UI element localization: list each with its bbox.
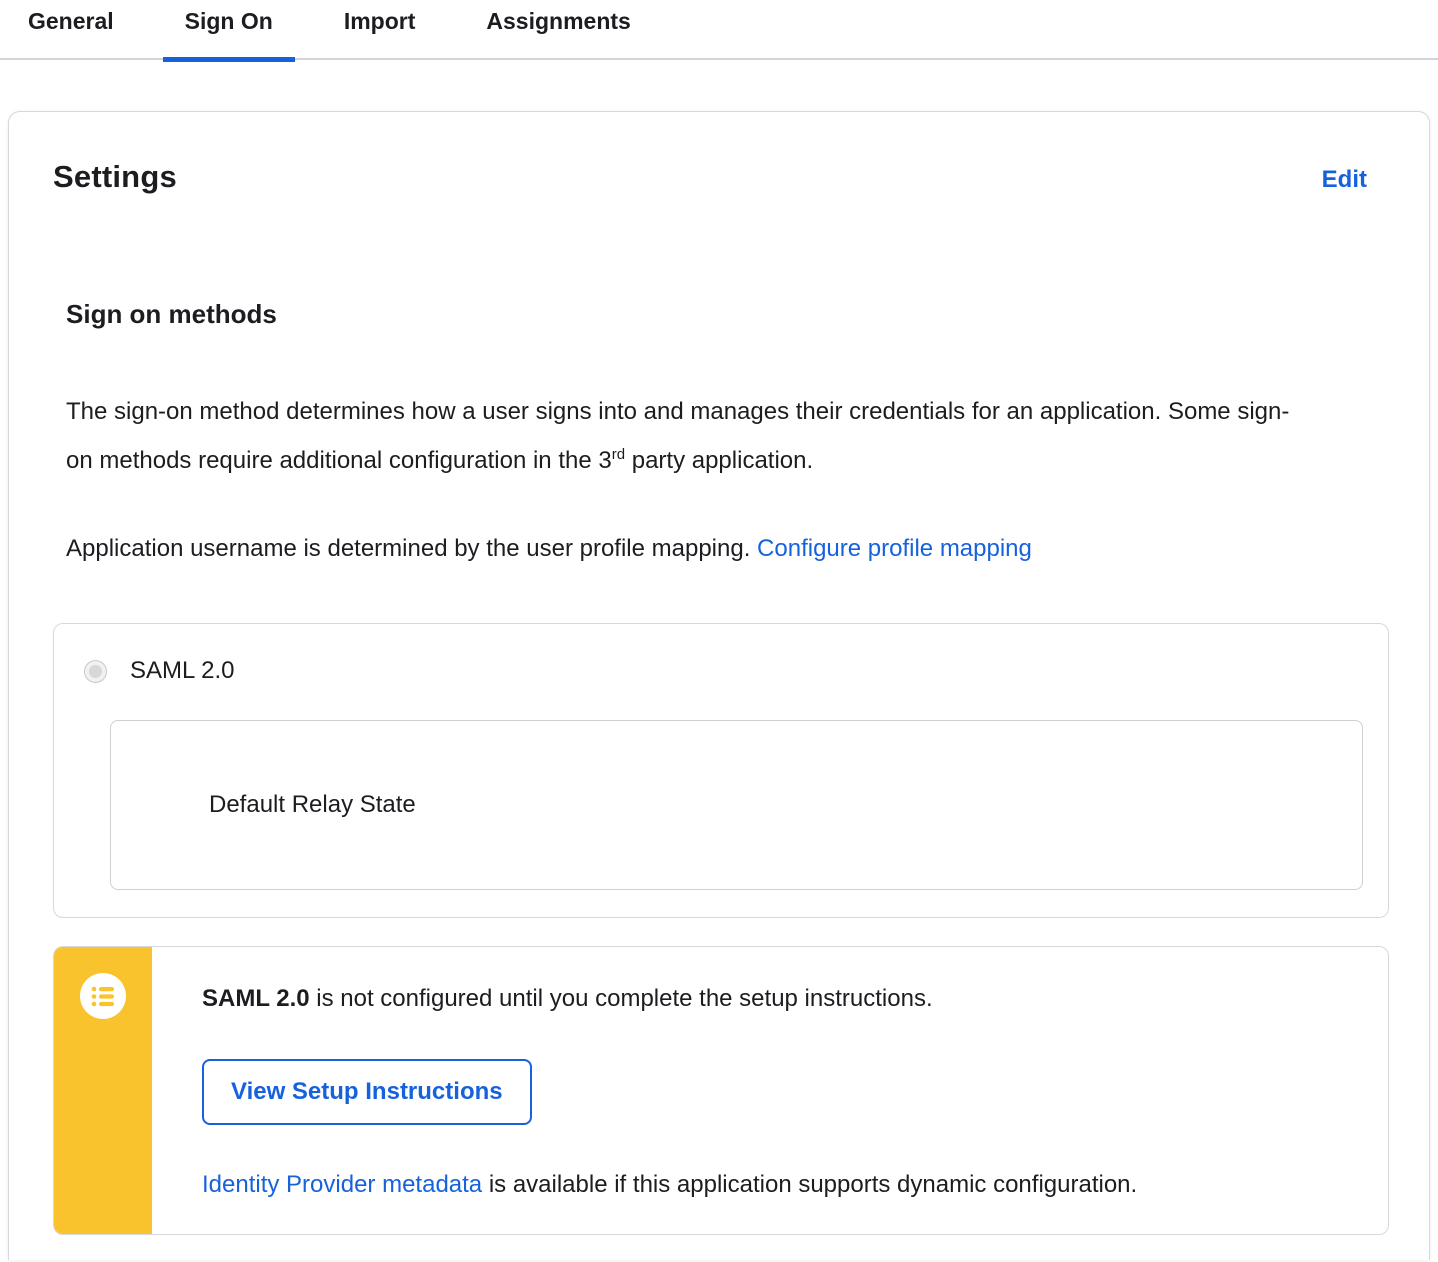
configure-profile-mapping-link[interactable]: Configure profile mapping	[757, 535, 1032, 562]
username-note: Application username is determined by th…	[66, 532, 1389, 566]
callout-message-text: is not configured until you complete the…	[309, 985, 933, 1012]
default-relay-state-box: Default Relay State	[110, 720, 1363, 890]
saml-radio-row: SAML 2.0	[84, 657, 1363, 685]
bullet-list-icon	[80, 973, 126, 1019]
settings-card-header: Settings Edit	[53, 159, 1389, 195]
app-tabbar: General Sign On Import Assignments	[0, 0, 1438, 62]
callout-yellow-strip	[54, 947, 152, 1234]
metadata-note: Identity Provider metadata is available …	[202, 1169, 1348, 1201]
saml-radio-button[interactable]	[84, 659, 107, 683]
settings-card: Settings Edit Sign on methods The sign-o…	[8, 111, 1430, 1260]
setup-caution-callout: SAML 2.0 is not configured until you com…	[53, 946, 1389, 1235]
tab-assignments[interactable]: Assignments	[486, 0, 630, 60]
view-setup-instructions-button[interactable]: View Setup Instructions	[202, 1059, 532, 1125]
username-note-text: Application username is determined by th…	[66, 535, 758, 562]
tab-sign-on[interactable]: Sign On	[162, 0, 296, 62]
tab-import[interactable]: Import	[344, 0, 416, 60]
callout-message-bold: SAML 2.0	[202, 985, 310, 1012]
saml-method-box: SAML 2.0 Default Relay State	[53, 623, 1389, 918]
sign-on-method-description: The sign-on method determines how a user…	[66, 387, 1311, 485]
page-title: Settings	[53, 159, 177, 194]
callout-message: SAML 2.0 is not configured until you com…	[202, 983, 1348, 1015]
tab-general[interactable]: General	[28, 0, 114, 60]
callout-body: SAML 2.0 is not configured until you com…	[152, 947, 1388, 1234]
saml-radio-label: SAML 2.0	[130, 657, 235, 684]
default-relay-state-label: Default Relay State	[209, 791, 416, 818]
identity-provider-metadata-link[interactable]: Identity Provider metadata	[202, 1171, 482, 1198]
sign-on-methods-heading: Sign on methods	[66, 299, 277, 329]
description-text-2: party application.	[625, 447, 814, 474]
metadata-note-text: is available if this application support…	[482, 1171, 1138, 1198]
edit-button[interactable]: Edit	[1322, 166, 1367, 194]
description-superscript: rd	[611, 446, 626, 463]
